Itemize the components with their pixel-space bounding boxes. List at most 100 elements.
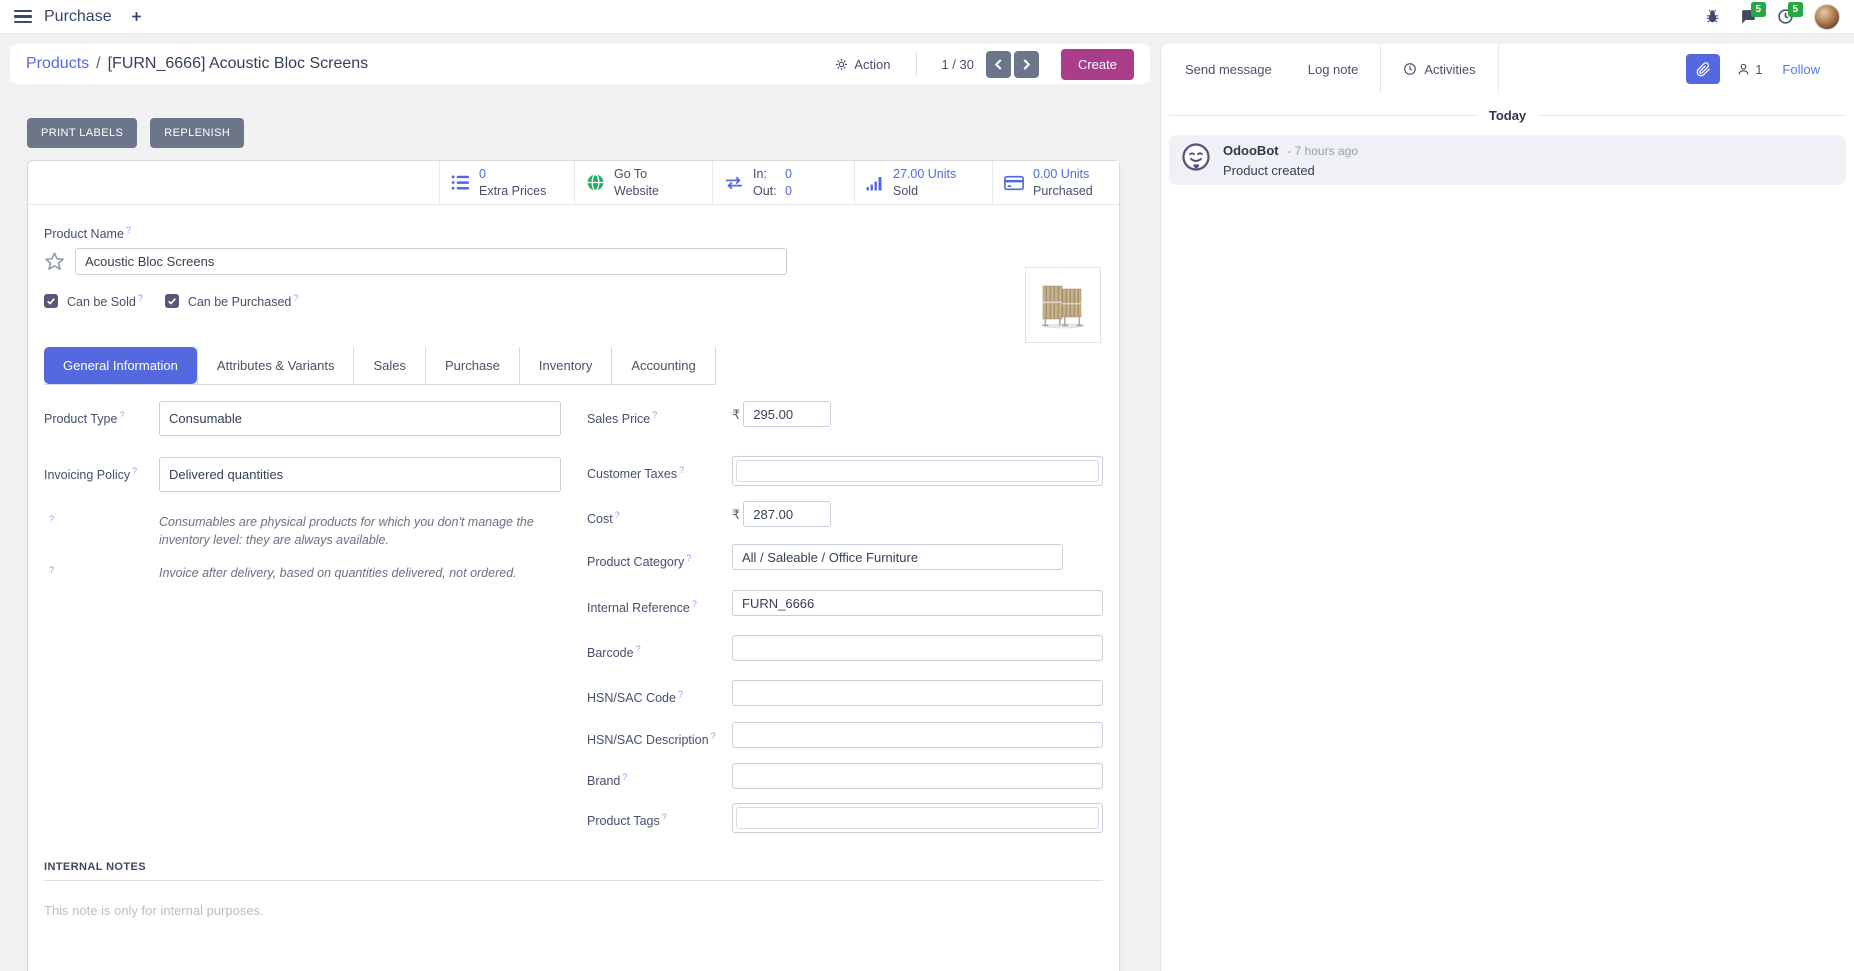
pager: 1 / 30 [916, 51, 1039, 78]
message-author: OdooBot [1223, 143, 1279, 158]
product-image[interactable] [1025, 267, 1101, 343]
product-tags-input[interactable] [732, 803, 1103, 833]
product-type-label: Product Type? [44, 401, 159, 436]
pager-next-button[interactable] [1014, 51, 1039, 78]
control-panel: Products / [FURN_6666] Acoustic Bloc Scr… [10, 44, 1150, 84]
action-menu-button[interactable]: Action [835, 57, 890, 72]
breadcrumb-current: [FURN_6666] Acoustic Bloc Screens [108, 55, 369, 73]
date-divider-label: Today [1489, 108, 1526, 123]
in-value: 0 [785, 166, 792, 182]
cost-input[interactable] [743, 501, 831, 527]
follower-count: 1 [1755, 62, 1762, 77]
form-sheet: 0 Extra Prices Go To Website [27, 160, 1120, 971]
internal-notes-editor[interactable]: This note is only for internal purposes. [44, 903, 1103, 971]
chatter-toolbar: Send message Log note Activities [1161, 44, 1854, 94]
activities-button[interactable]: Activities [1380, 44, 1498, 94]
send-message-button[interactable]: Send message [1185, 62, 1272, 77]
product-type-input[interactable] [159, 401, 561, 436]
chatter-message: OdooBot - 7 hours ago Product created [1169, 135, 1846, 185]
tab-inventory[interactable]: Inventory [520, 347, 612, 384]
hsn-description-input[interactable] [732, 722, 1103, 748]
can-be-purchased-checkbox[interactable] [165, 294, 179, 308]
can-be-purchased-label: Can be Purchased? [188, 293, 299, 309]
barcode-input[interactable] [732, 635, 1103, 661]
units-purchased-value: 0.00 Units [1033, 167, 1089, 181]
internal-notes-title: INTERNAL NOTES [44, 861, 1103, 881]
gear-icon [835, 58, 848, 71]
message-timestamp: - 7 hours ago [1287, 144, 1358, 158]
in-out-stat-button[interactable]: In:0 Out:0 [712, 161, 854, 204]
hsn-description-label: HSN/SAC Description? [587, 722, 732, 748]
product-name-label: Product Name? [44, 205, 1103, 241]
paperclip-icon [1696, 62, 1711, 77]
credit-card-icon [1004, 175, 1024, 191]
user-avatar[interactable] [1814, 4, 1840, 30]
extra-prices-stat-button[interactable]: 0 Extra Prices [439, 161, 574, 204]
pricelist-icon [451, 174, 470, 191]
pager-previous-button[interactable] [986, 51, 1011, 78]
log-note-button[interactable]: Log note [1308, 62, 1359, 77]
statusbar: PRINT LABELS REPLENISH [27, 118, 1160, 148]
website-line1: Go To [614, 167, 647, 181]
attachments-button[interactable] [1686, 54, 1720, 84]
tab-attributes-variants[interactable]: Attributes & Variants [197, 347, 355, 384]
print-labels-button[interactable]: PRINT LABELS [27, 118, 137, 148]
followers-button[interactable]: 1 [1736, 62, 1762, 77]
product-category-input[interactable] [732, 544, 1063, 570]
barcode-label: Barcode? [587, 635, 732, 661]
replenish-button[interactable]: REPLENISH [150, 118, 244, 148]
top-navbar: Purchase 5 5 [0, 0, 1854, 34]
in-label: In: [753, 166, 785, 182]
help-marker: ? [126, 225, 131, 235]
can-be-sold-label: Can be Sold? [67, 293, 143, 309]
sales-price-label: Sales Price? [587, 401, 732, 427]
sales-price-input[interactable] [743, 401, 831, 427]
currency-symbol: ₹ [732, 401, 740, 427]
customer-taxes-label: Customer Taxes? [587, 456, 732, 486]
clock-icon [1403, 62, 1417, 76]
units-sold-stat-button[interactable]: 27.00 Units Sold [854, 161, 992, 204]
apps-menu-icon[interactable] [14, 10, 32, 24]
can-be-sold-checkbox[interactable] [44, 294, 58, 308]
currency-symbol-cost: ₹ [732, 501, 740, 527]
debug-bug-icon[interactable] [1705, 9, 1720, 24]
product-name-input[interactable] [75, 248, 787, 275]
action-label: Action [854, 57, 890, 72]
go-to-website-stat-button[interactable]: Go To Website [574, 161, 712, 204]
internal-reference-input[interactable] [732, 590, 1103, 616]
message-body: Product created [1223, 163, 1358, 178]
consumable-help-text: Consumables are physical products for wh… [159, 514, 561, 549]
website-line2: Website [614, 184, 659, 198]
invoicing-policy-label: Invoicing Policy? [44, 457, 159, 492]
breadcrumb-products-link[interactable]: Products [26, 55, 89, 73]
app-name[interactable]: Purchase [44, 8, 112, 26]
hsn-code-input[interactable] [732, 680, 1103, 706]
plus-icon[interactable] [130, 10, 143, 23]
favorite-star-icon[interactable] [44, 251, 65, 272]
activities-clock-icon[interactable]: 5 [1777, 8, 1794, 25]
create-button[interactable]: Create [1061, 49, 1134, 80]
right-field-column: Sales Price? ₹ Customer Taxes? Cost? ₹ [587, 399, 1103, 833]
tab-sales[interactable]: Sales [354, 347, 426, 384]
sale-purchase-options: Can be Sold? Can be Purchased? [44, 293, 1103, 309]
odoo-app-window: Purchase 5 5 [0, 0, 1854, 971]
odoobot-avatar [1181, 142, 1211, 172]
form-panel: Products / [FURN_6666] Acoustic Bloc Scr… [0, 34, 1160, 971]
invoicing-policy-input[interactable] [159, 457, 561, 492]
tab-purchase[interactable]: Purchase [426, 347, 520, 384]
units-purchased-stat-button[interactable]: 0.00 Units Purchased [992, 161, 1119, 204]
product-tags-label: Product Tags? [587, 803, 732, 833]
cost-label: Cost? [587, 501, 732, 527]
brand-input[interactable] [732, 763, 1103, 789]
out-label: Out: [753, 183, 785, 199]
chatter-panel: Send message Log note Activities [1160, 44, 1854, 971]
globe-icon [586, 173, 605, 192]
left-field-column: Product Type? Invoicing Policy? ? Consum… [44, 399, 561, 833]
customer-taxes-input[interactable] [732, 456, 1103, 486]
messages-icon[interactable]: 5 [1740, 8, 1757, 25]
tab-general-information[interactable]: General Information [44, 347, 197, 384]
tab-accounting[interactable]: Accounting [612, 347, 715, 384]
invoicing-help-text: Invoice after delivery, based on quantit… [159, 565, 561, 584]
follow-button[interactable]: Follow [1782, 62, 1820, 77]
acoustic-screen-image [1031, 273, 1095, 337]
